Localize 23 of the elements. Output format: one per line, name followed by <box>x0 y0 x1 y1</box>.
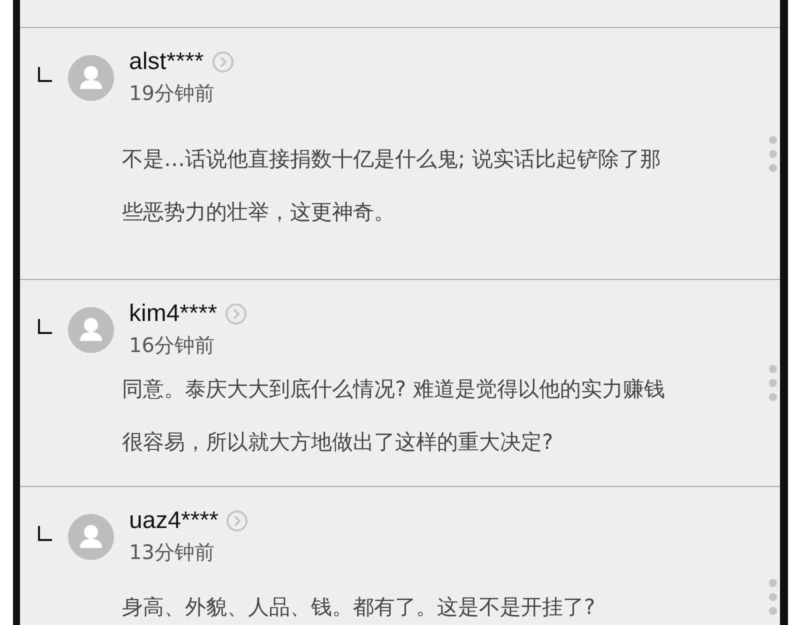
username[interactable]: uaz4**** <box>129 507 218 535</box>
more-menu-icon[interactable] <box>768 576 778 616</box>
comment-time: 16分钟前 <box>129 332 216 359</box>
username[interactable]: kim4**** <box>129 300 218 328</box>
comment-time: 19分钟前 <box>129 80 216 107</box>
avatar-icon <box>68 514 114 560</box>
avatar-icon <box>68 54 114 100</box>
comment-text: 些恶势力的壮举，这更神奇。 <box>122 199 395 226</box>
chevron-icon[interactable] <box>212 51 234 73</box>
more-menu-icon[interactable] <box>768 134 778 174</box>
more-menu-icon[interactable] <box>768 363 778 403</box>
comment-time: 13分钟前 <box>129 539 216 566</box>
reply-corner-icon <box>37 525 53 541</box>
username[interactable]: alst**** <box>129 48 204 76</box>
chevron-icon[interactable] <box>226 510 248 532</box>
avatar-icon <box>68 306 114 352</box>
comment-text: 身高、外貌、人品、钱。都有了。这是不是开挂了? <box>122 594 596 621</box>
comment-text: 很容易，所以就大方地做出了这样的重大决定? <box>122 428 554 456</box>
reply-corner-icon <box>37 66 53 82</box>
comment-text: 不是…话说他直接捐数十亿是什么鬼; 说实话比起铲除了那 <box>122 146 661 173</box>
chevron-icon[interactable] <box>225 303 248 325</box>
reply-corner-icon <box>37 318 53 334</box>
comment-text: 同意。泰庆大大到底什么情况? 难道是觉得以他的实力赚钱 <box>122 376 665 402</box>
